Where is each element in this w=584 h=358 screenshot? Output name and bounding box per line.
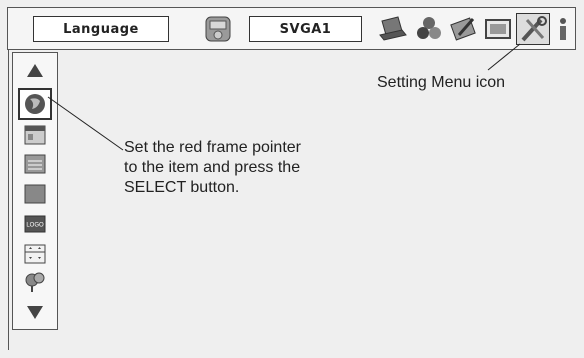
logo-text: LOGO (26, 223, 44, 229)
select-instruction-line-3: SELECT button. (124, 179, 240, 196)
down-arrow-icon[interactable] (21, 299, 49, 325)
up-arrow-icon[interactable] (21, 58, 49, 84)
setting-menu-callout: Setting Menu icon (377, 74, 506, 91)
laptop-icon[interactable] (376, 13, 410, 45)
picture-frame-icon[interactable] (482, 13, 516, 45)
ceiling-icon[interactable] (21, 241, 49, 267)
background-icon[interactable] (21, 181, 49, 207)
select-instruction-callout: Set the red frame pointer to the item an… (124, 138, 301, 198)
select-instruction-line-1: Set the red frame pointer (124, 139, 301, 156)
image-adjust-icon[interactable] (447, 13, 481, 45)
sidebar-guide-line (8, 50, 9, 350)
item-sidebar: LOGO (12, 52, 58, 330)
color-adjust-icon[interactable] (412, 13, 446, 45)
window-icon[interactable] (21, 122, 49, 148)
logo-icon[interactable]: LOGO (21, 211, 49, 237)
language-menu-box[interactable]: Language (33, 16, 169, 42)
signal-icon[interactable] (21, 269, 49, 295)
top-menu-bar: Language SVGA1 (7, 7, 576, 50)
globe-icon[interactable] (21, 91, 49, 117)
screen-menu-icon[interactable] (201, 13, 235, 45)
keyboard-icon[interactable] (21, 151, 49, 177)
select-instruction-line-2: to the item and press the (124, 159, 301, 176)
info-icon[interactable] (546, 13, 580, 45)
input-mode-box[interactable]: SVGA1 (249, 16, 362, 42)
setting-menu-icon[interactable] (516, 13, 550, 45)
